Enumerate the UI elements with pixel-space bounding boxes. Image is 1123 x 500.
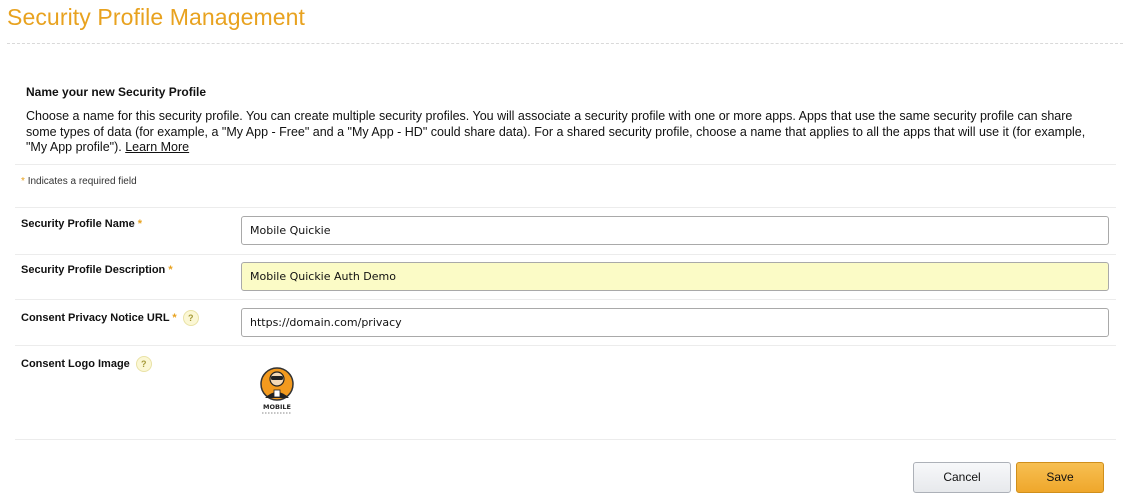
- profile-name-label-text: Security Profile Name: [21, 218, 135, 230]
- profile-description-label: Security Profile Description *: [21, 264, 173, 276]
- logo-image-label-text: Consent Logo Image: [21, 357, 130, 370]
- divider: [15, 164, 1116, 165]
- required-asterisk: *: [168, 264, 173, 276]
- profile-description-input[interactable]: [241, 262, 1109, 291]
- required-asterisk: *: [172, 311, 177, 324]
- privacy-url-input[interactable]: [241, 308, 1109, 337]
- required-field-note: * Indicates a required field: [21, 176, 137, 187]
- consent-logo-image: MOBILE: [260, 367, 294, 414]
- section-description: Choose a name for this security profile.…: [26, 109, 1094, 156]
- help-question-icon[interactable]: ?: [135, 356, 152, 372]
- profile-name-input[interactable]: [241, 216, 1109, 245]
- page-title: Security Profile Management: [7, 4, 306, 30]
- divider: [15, 299, 1116, 300]
- profile-name-label: Security Profile Name *: [21, 218, 142, 230]
- save-button[interactable]: Save: [1016, 462, 1104, 493]
- privacy-url-label-text: Consent Privacy Notice URL: [21, 311, 170, 324]
- section-heading: Name your new Security Profile: [26, 85, 207, 99]
- cancel-button[interactable]: Cancel: [913, 462, 1011, 493]
- divider: [15, 207, 1116, 208]
- divider: [15, 345, 1116, 346]
- help-question-icon[interactable]: ?: [182, 310, 199, 326]
- required-asterisk: *: [21, 176, 25, 187]
- required-note-text: Indicates a required field: [27, 176, 137, 187]
- privacy-url-label: Consent Privacy Notice URL *?: [21, 310, 199, 326]
- divider: [15, 439, 1116, 440]
- learn-more-link[interactable]: Learn More: [125, 140, 189, 154]
- divider: [15, 254, 1116, 255]
- title-divider: [7, 43, 1123, 44]
- logo-wordmark: MOBILE: [263, 403, 291, 411]
- logo-image-label: Consent Logo Image?: [21, 356, 152, 372]
- required-asterisk: *: [137, 218, 143, 230]
- profile-description-label-text: Security Profile Description: [21, 264, 166, 276]
